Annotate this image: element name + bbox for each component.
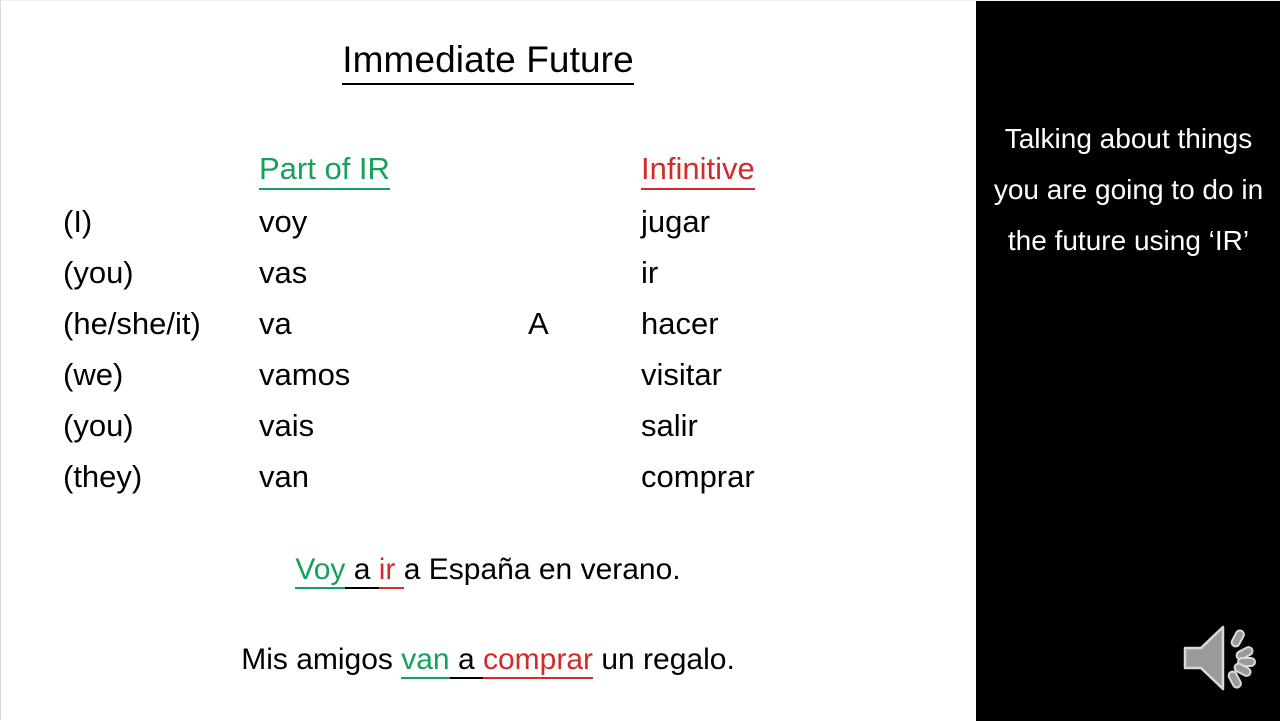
connector-cell: A: [528, 306, 549, 341]
pronoun-cell: (he/she/it): [63, 306, 201, 341]
pronoun-cell: (we): [63, 357, 124, 392]
speaker-icon[interactable]: [1179, 618, 1263, 698]
pronoun-cell: (you): [63, 255, 134, 290]
column-header-infinitive: Infinitive: [641, 141, 755, 196]
page-title-text: Immediate Future: [342, 39, 634, 85]
table-row: (you) vas ir: [1, 247, 975, 298]
table-row: (they) van comprar: [1, 451, 975, 502]
example-2-lead: Mis amigos: [241, 643, 402, 676]
infinitive-cell: jugar: [641, 204, 710, 239]
side-panel: Talking about things you are going to do…: [976, 1, 1280, 721]
infinitive-cell: visitar: [641, 357, 722, 392]
ir-form-cell: vamos: [259, 357, 351, 392]
example-sentence-2: Mis amigos van a comprar un regalo.: [1, 641, 975, 679]
example-1-connector: a: [345, 553, 379, 589]
slide: Immediate Future Part of IR Infinitive (…: [0, 0, 1280, 721]
side-panel-caption: Talking about things you are going to do…: [993, 123, 1264, 256]
page-title: Immediate Future: [1, 37, 975, 85]
example-1-infinitive: ir: [378, 553, 404, 589]
example-2-ir-part: van: [401, 643, 450, 679]
example-1-ir-part: Voy: [295, 553, 346, 589]
example-1-rest: a España en verano.: [403, 553, 681, 586]
infinitive-cell: hacer: [641, 306, 719, 341]
table-row: (we) vamos visitar: [1, 349, 975, 400]
table-row: (you) vais salir: [1, 400, 975, 451]
example-sentence-1: Voy a ir a España en verano.: [1, 551, 975, 589]
content-pane: Immediate Future Part of IR Infinitive (…: [1, 1, 975, 721]
ir-form-cell: vais: [259, 408, 315, 443]
infinitive-cell: salir: [641, 408, 698, 443]
infinitive-cell: ir: [641, 255, 659, 290]
example-2-infinitive: comprar: [482, 643, 594, 679]
conjugation-table: Part of IR Infinitive (I) voy jugar (you…: [1, 141, 975, 502]
pronoun-cell: (they): [63, 459, 143, 494]
example-2-rest: un regalo.: [593, 643, 735, 676]
table-header-row: Part of IR Infinitive: [1, 141, 975, 196]
pronoun-cell: (I): [63, 204, 93, 239]
example-2-connector: a: [449, 643, 483, 679]
column-header-part-of-ir: Part of IR: [259, 141, 390, 196]
infinitive-cell: comprar: [641, 459, 755, 494]
ir-form-cell: vas: [259, 255, 308, 290]
table-row: (I) voy jugar: [1, 196, 975, 247]
ir-form-cell: van: [259, 459, 309, 494]
ir-form-cell: voy: [259, 204, 308, 239]
table-row: (he/she/it) va A hacer: [1, 298, 975, 349]
pronoun-cell: (you): [63, 408, 134, 443]
ir-form-cell: va: [259, 306, 292, 341]
